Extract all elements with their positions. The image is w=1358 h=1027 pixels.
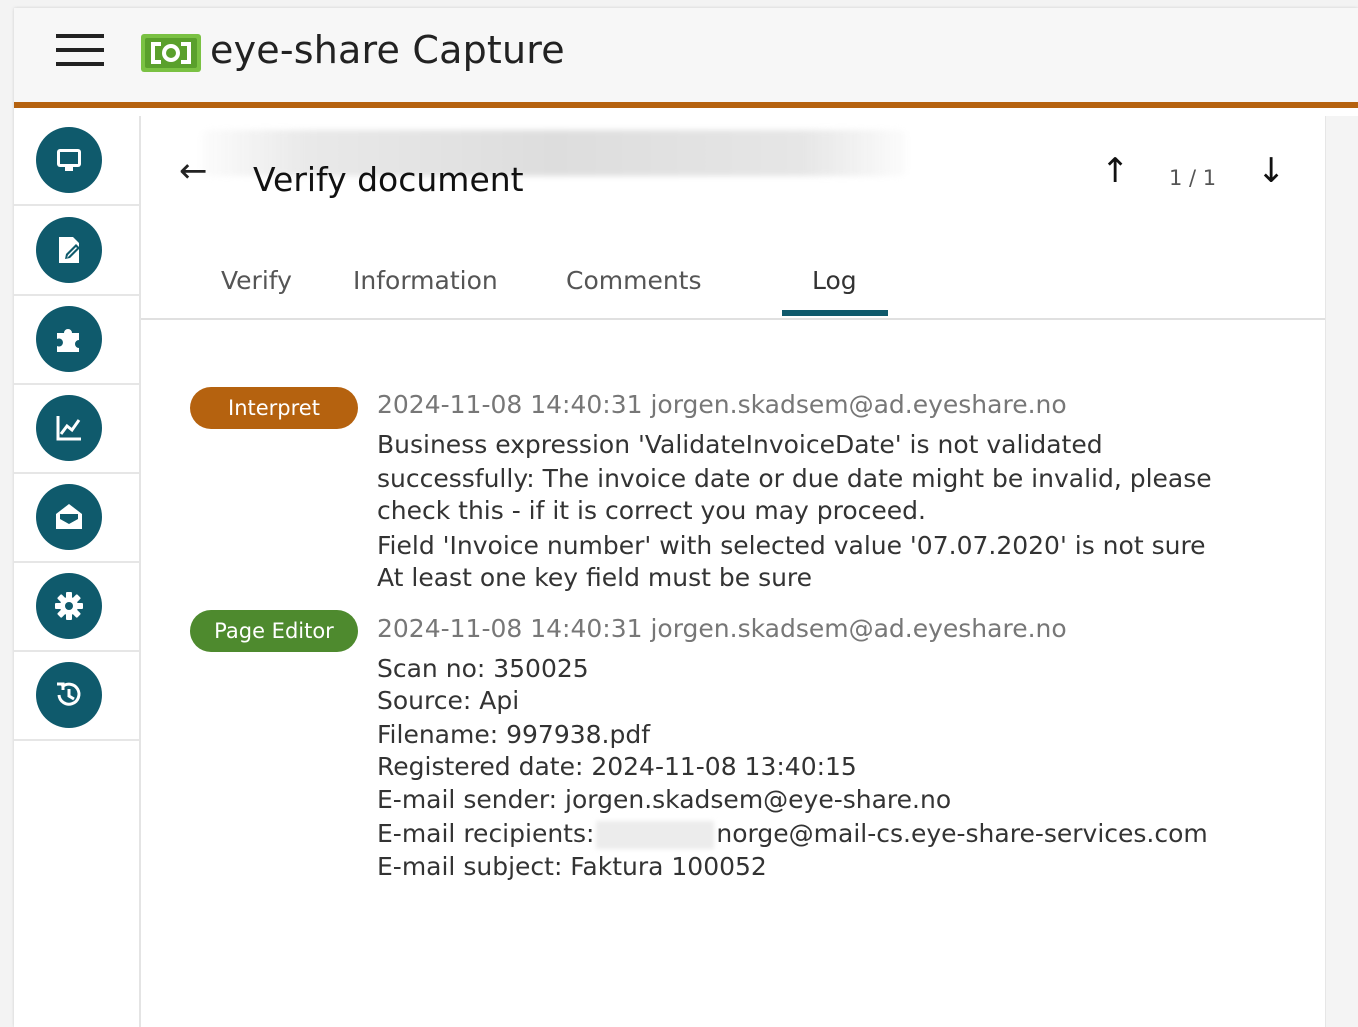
sidebar-item-statistics[interactable] xyxy=(14,384,139,474)
back-arrow-icon[interactable]: ← xyxy=(179,154,208,188)
monitor-icon xyxy=(56,149,81,171)
page-title: Verify document xyxy=(253,160,524,199)
recipients-label: E-mail recipients: xyxy=(377,819,595,848)
chart-icon xyxy=(56,416,81,441)
tab-verify[interactable]: Verify xyxy=(221,266,292,295)
log-meta: 2024-11-08 14:40:31 jorgen.skadsem@ad.ey… xyxy=(377,614,1067,643)
app-title: eye-share Capture xyxy=(210,28,565,72)
edit-document-icon xyxy=(58,237,80,263)
top-bar: eye-share Capture xyxy=(14,8,1358,108)
log-badge-page-editor: Page Editor xyxy=(190,610,358,652)
sidebar-item-history[interactable] xyxy=(14,651,139,741)
log-line: check this - if it is correct you may pr… xyxy=(377,496,926,525)
gear-icon xyxy=(54,592,83,620)
log-line-recipients: E-mail recipients: norge@mail-cs.eye-shar… xyxy=(377,819,1208,849)
sidebar-item-extensions[interactable] xyxy=(14,295,139,385)
menu-icon[interactable] xyxy=(56,32,104,68)
eye-share-logo-icon xyxy=(141,34,201,72)
tab-comments[interactable]: Comments xyxy=(566,266,702,295)
redacted-recipient xyxy=(596,821,715,849)
puzzle-icon xyxy=(56,329,79,352)
log-line: E-mail sender: jorgen.skadsem@eye-share.… xyxy=(377,785,952,814)
sidebar-item-mail[interactable] xyxy=(14,473,139,563)
log-line: Business expression 'ValidateInvoiceDate… xyxy=(377,430,1103,459)
previous-document-arrow-icon[interactable]: ↑ xyxy=(1101,154,1130,188)
sidebar xyxy=(14,116,141,1027)
tab-information[interactable]: Information xyxy=(353,266,498,295)
next-document-arrow-icon[interactable]: ↓ xyxy=(1257,154,1286,188)
mail-open-icon xyxy=(55,504,82,529)
log-line: E-mail subject: Faktura 100052 xyxy=(377,852,767,881)
sidebar-item-monitor[interactable] xyxy=(14,116,139,206)
log-line: Source: Api xyxy=(377,686,520,715)
recipients-value: norge@mail-cs.eye-share-services.com xyxy=(716,819,1208,848)
log-line: Scan no: 350025 xyxy=(377,654,589,683)
right-rail xyxy=(1325,116,1358,1027)
sidebar-item-settings[interactable] xyxy=(14,562,139,652)
main-content: ← Verify document ↑ 1 / 1 ↓ Verify Infor… xyxy=(141,116,1325,1027)
log-badge-interpret: Interpret xyxy=(190,387,358,429)
log-line: Field 'Invoice number' with selected val… xyxy=(377,531,1206,560)
log-line: Filename: 997938.pdf xyxy=(377,720,651,749)
pager: 1 / 1 xyxy=(1169,166,1217,190)
log-line: Registered date: 2024-11-08 13:40:15 xyxy=(377,752,857,781)
log-line: At least one key field must be sure xyxy=(377,563,813,592)
history-icon xyxy=(56,682,80,706)
sidebar-item-edit-document[interactable] xyxy=(14,206,139,296)
log-line: successfully: The invoice date or due da… xyxy=(377,464,1212,493)
tab-log[interactable]: Log xyxy=(812,266,857,295)
log-meta: 2024-11-08 14:40:31 jorgen.skadsem@ad.ey… xyxy=(377,390,1067,419)
active-tab-indicator xyxy=(782,310,888,316)
tab-bar: Verify Information Comments Log xyxy=(141,256,1325,320)
app-window: eye-share Capture ← Verify document ↑ 1 … xyxy=(14,8,1358,1027)
